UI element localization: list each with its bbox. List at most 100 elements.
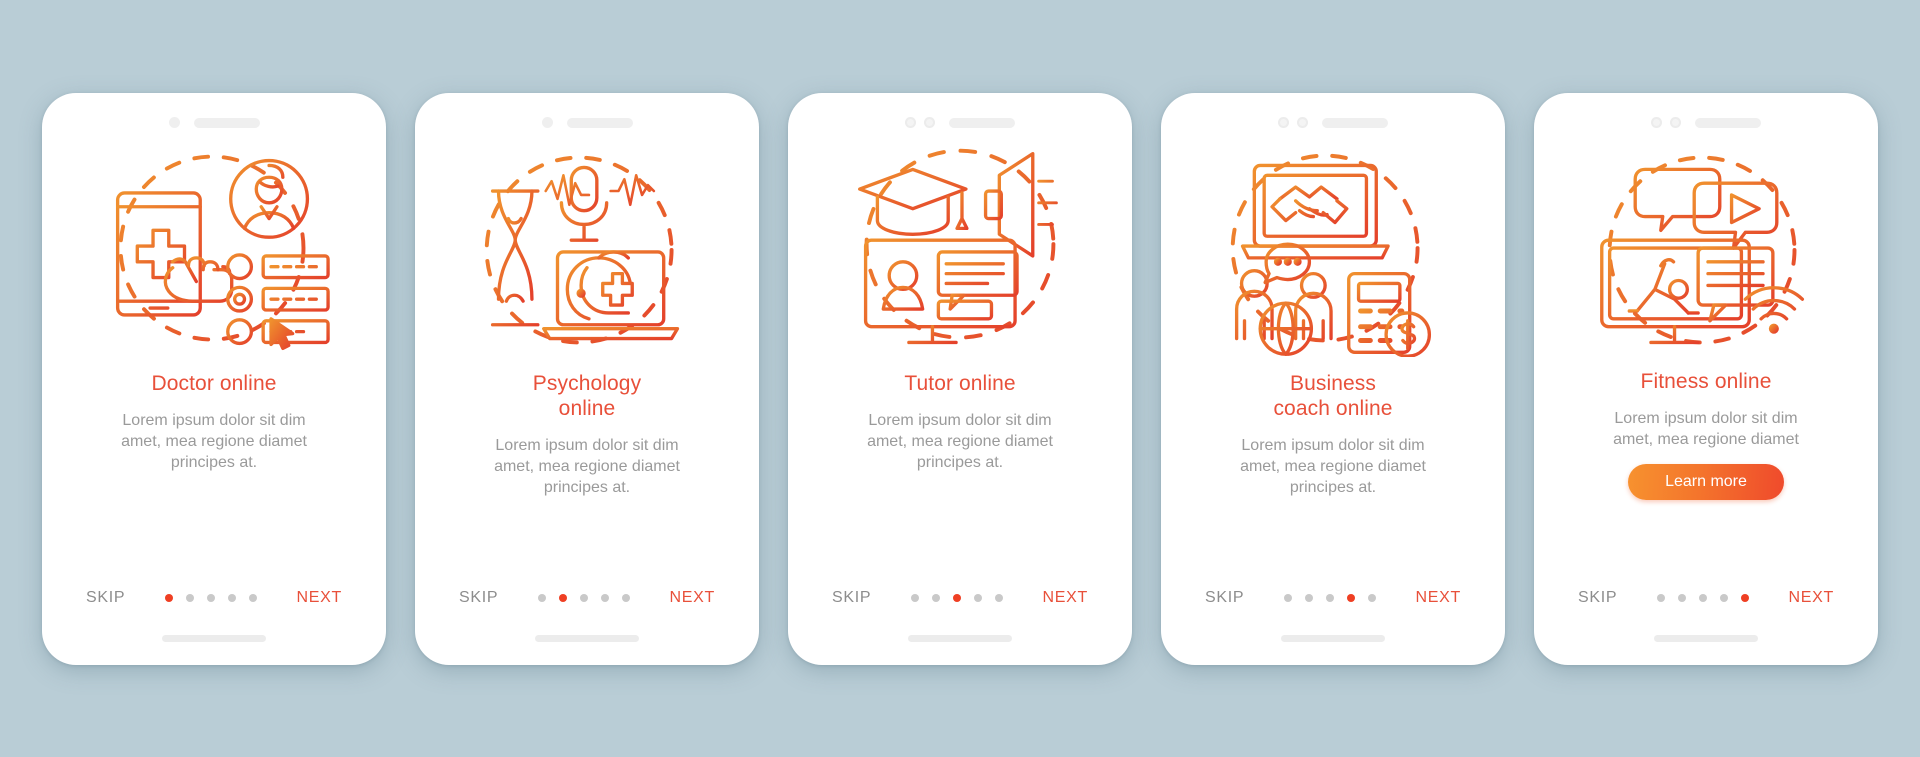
- page-dot[interactable]: [1367, 593, 1376, 602]
- phone-notch: [1534, 93, 1878, 139]
- skip-button[interactable]: SKIP: [1578, 589, 1617, 607]
- screen-title-line: coach online: [1273, 396, 1393, 420]
- page-dot-active[interactable]: [952, 593, 961, 602]
- camera-icon: [924, 117, 935, 128]
- page-indicator-dots: [910, 593, 1003, 602]
- screen-description: Lorem ipsum dolor sit dim amet, mea regio…: [1203, 435, 1463, 498]
- page-dot[interactable]: [1656, 593, 1665, 602]
- screen-title-line: Fitness online: [1640, 369, 1772, 393]
- screen-description-line: amet, mea regione diamet: [121, 432, 307, 450]
- screen-title: Business coach online: [1203, 371, 1463, 421]
- speaker-grille-icon: [193, 117, 260, 128]
- page-dot[interactable]: [1325, 593, 1334, 602]
- skip-button[interactable]: SKIP: [832, 589, 871, 607]
- home-indicator-bar: [1654, 634, 1758, 642]
- phone-notch: [788, 93, 1132, 139]
- camera-icon: [168, 117, 180, 128]
- page-dot[interactable]: [248, 593, 257, 602]
- screen-description-line: Lorem ipsum dolor sit dim: [868, 411, 1052, 429]
- screen-description: Lorem ipsum dolor sit dim amet, mea regio…: [830, 410, 1090, 473]
- home-indicator-bar: [1281, 634, 1385, 642]
- home-indicator-bar: [162, 634, 266, 642]
- skip-button[interactable]: SKIP: [1205, 589, 1244, 607]
- screen-text-block: Tutor online Lorem ipsum dolor sit dim ame…: [830, 371, 1090, 473]
- camera-icon: [541, 117, 553, 128]
- page-dot-active[interactable]: [164, 593, 173, 602]
- page-dot[interactable]: [1698, 593, 1707, 602]
- screen-description-line: amet, mea regione diamet: [1240, 457, 1426, 475]
- screen-description: Lorem ipsum dolor sit dim amet, mea regio…: [84, 410, 344, 473]
- page-dot[interactable]: [973, 593, 982, 602]
- page-dot[interactable]: [994, 593, 1003, 602]
- page-dot-active[interactable]: [1346, 593, 1355, 602]
- page-dot[interactable]: [1677, 593, 1686, 602]
- screen-description-line: Lorem ipsum dolor sit dim: [122, 411, 306, 429]
- screen-description-line: Lorem ipsum dolor sit dim: [1241, 436, 1425, 454]
- phone-notch: [42, 93, 386, 139]
- next-button[interactable]: NEXT: [1043, 589, 1088, 607]
- screen-description-line: principes at.: [1289, 478, 1377, 496]
- screen-title: Doctor online: [84, 371, 344, 396]
- onboarding-nav-row: SKIP NEXT: [415, 589, 759, 607]
- screen-title-line: Doctor online: [151, 371, 277, 395]
- page-dot[interactable]: [910, 593, 919, 602]
- illustration-laptop-handshake-people-globe-calculator-dollar: [1215, 145, 1451, 357]
- screen-description-line: amet, mea regione diamet: [1613, 430, 1799, 448]
- screen-title: Psychology online: [457, 371, 717, 421]
- page-dot[interactable]: [1304, 593, 1313, 602]
- screen-description: Lorem ipsum dolor sit dim amet, mea regio…: [1576, 408, 1836, 450]
- screen-text-block: Fitness online Lorem ipsum dolor sit dim a…: [1576, 369, 1836, 450]
- page-indicator-dots: [164, 593, 257, 602]
- onboarding-screen-psychology-online: Psychology online Lorem ipsum dolor sit di…: [415, 92, 759, 665]
- illustration-graduation-cap-megaphone-monitor-chat: [842, 145, 1078, 357]
- page-dot[interactable]: [1719, 593, 1728, 602]
- onboarding-nav-row: SKIP NEXT: [1161, 589, 1505, 607]
- page-dot[interactable]: [1283, 593, 1292, 602]
- illustration-speech-bubbles-play-monitor-yoga-wifi: [1588, 145, 1824, 357]
- page-indicator-dots: [1283, 593, 1376, 602]
- learn-more-button[interactable]: Learn more: [1628, 463, 1784, 500]
- home-indicator-bar: [535, 634, 639, 642]
- illustration-hourglass-microphone-laptop-head-puzzle: [469, 145, 705, 357]
- next-button[interactable]: NEXT: [1789, 589, 1834, 607]
- skip-button[interactable]: SKIP: [86, 589, 125, 607]
- next-button[interactable]: NEXT: [1416, 589, 1461, 607]
- page-dot-active[interactable]: [558, 593, 567, 602]
- screen-description-line: Lorem ipsum dolor sit dim: [495, 436, 679, 454]
- screen-title-line: Business: [1289, 371, 1376, 395]
- screen-text-block: Doctor online Lorem ipsum dolor sit dim am…: [84, 371, 344, 473]
- screen-title: Tutor online: [830, 371, 1090, 396]
- skip-button[interactable]: SKIP: [459, 589, 498, 607]
- phone-notch: [415, 93, 759, 139]
- speaker-grille-icon: [949, 117, 1015, 128]
- page-dot[interactable]: [185, 593, 194, 602]
- screen-description-line: principes at.: [916, 453, 1004, 471]
- onboarding-screen-doctor-online: Doctor online Lorem ipsum dolor sit dim am…: [42, 92, 386, 665]
- page-dot[interactable]: [227, 593, 236, 602]
- onboarding-nav-row: SKIP NEXT: [788, 589, 1132, 607]
- screen-text-block: Psychology online Lorem ipsum dolor sit di…: [457, 371, 717, 498]
- camera-icon: [1651, 117, 1662, 128]
- next-button[interactable]: NEXT: [670, 589, 715, 607]
- camera-icon: [1278, 117, 1289, 128]
- page-dot[interactable]: [931, 593, 940, 602]
- page-dot[interactable]: [621, 593, 630, 602]
- camera-icon: [1670, 117, 1681, 128]
- screen-description: Lorem ipsum dolor sit dim amet, mea regio…: [457, 435, 717, 498]
- next-button[interactable]: NEXT: [297, 589, 342, 607]
- page-dot-active[interactable]: [1740, 593, 1749, 602]
- page-indicator-dots: [537, 593, 630, 602]
- page-dot[interactable]: [206, 593, 215, 602]
- screen-description-line: Lorem ipsum dolor sit dim: [1614, 409, 1798, 427]
- page-dot[interactable]: [600, 593, 609, 602]
- onboarding-screen-tutor-online: Tutor online Lorem ipsum dolor sit dim ame…: [788, 92, 1132, 665]
- screen-description-line: amet, mea regione diamet: [494, 457, 680, 475]
- screen-description-line: amet, mea regione diamet: [867, 432, 1053, 450]
- screen-title-line: Tutor online: [904, 371, 1016, 395]
- page-dot[interactable]: [579, 593, 588, 602]
- camera-icon: [905, 117, 916, 128]
- onboarding-screen-business-coach-online: Business coach online Lorem ipsum dolor si…: [1161, 92, 1505, 665]
- phone-notch: [1161, 93, 1505, 139]
- screen-text-block: Business coach online Lorem ipsum dolor si…: [1203, 371, 1463, 498]
- page-dot[interactable]: [537, 593, 546, 602]
